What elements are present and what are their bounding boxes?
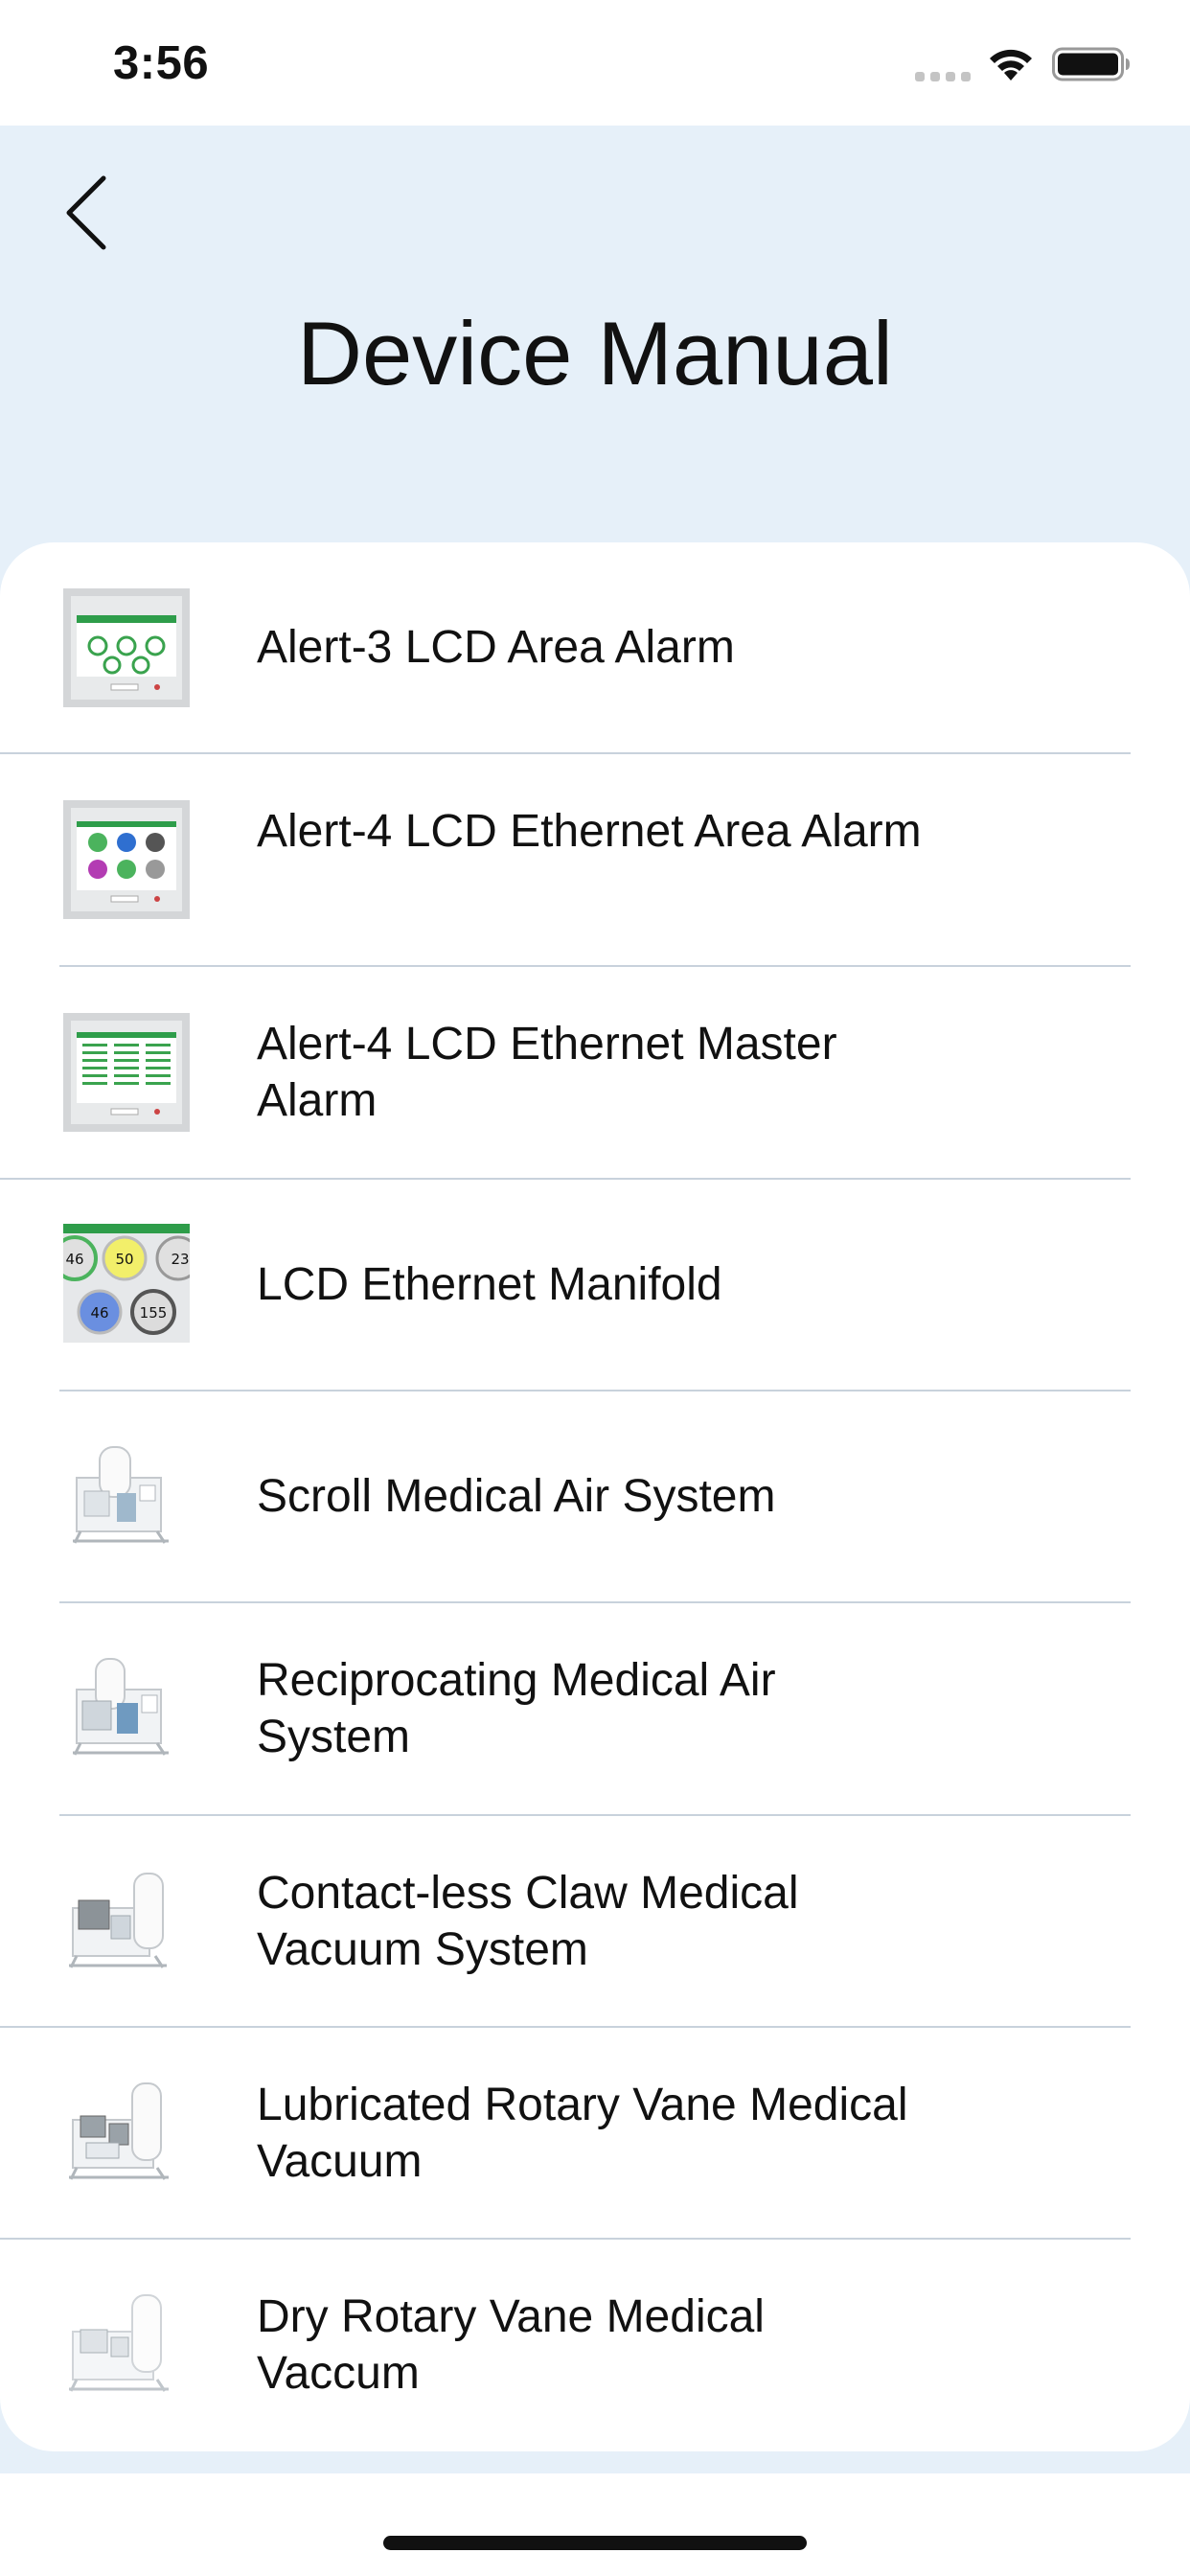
list-item-contactless-claw-vacuum[interactable]: Contact-less Claw Medical Vacuum System (0, 1816, 1190, 2028)
alarm-panel-thumbnail-icon (63, 1013, 190, 1132)
vacuum-system-thumbnail-icon (63, 2074, 190, 2193)
manifold-value: 50 (115, 1251, 133, 1268)
manifold-value: 155 (140, 1304, 168, 1322)
item-label: LCD Ethernet Manifold (257, 1259, 722, 1310)
manifold-value: 46 (90, 1304, 108, 1322)
item-label: Scroll Medical Air System (257, 1471, 776, 1522)
list-item-scroll-medical-air[interactable]: Scroll Medical Air System (0, 1392, 1190, 1603)
device-list: Alert-3 LCD Area Alarm Alert-4 LCD Ether… (0, 542, 1190, 2451)
vacuum-system-thumbnail-icon (63, 1862, 190, 1981)
wifi-icon (990, 49, 1032, 80)
item-label: Alert-4 LCD Ethernet Area Alarm (257, 806, 922, 857)
chevron-left-icon (66, 175, 106, 250)
list-item-dry-rotary-vane-vacuum[interactable]: Dry Rotary Vane Medical Vaccum (0, 2240, 1190, 2451)
vacuum-system-thumbnail-icon (63, 2286, 190, 2404)
item-label: Alert-4 LCD Ethernet Master Alarm (257, 1019, 837, 1126)
page-title: Device Manual (297, 303, 893, 403)
manifold-thumbnail-icon: 46 50 23 46 155 (63, 1224, 190, 1343)
list-item-alert4-ethernet-area-alarm[interactable]: Alert-4 LCD Ethernet Area Alarm (0, 754, 1190, 966)
list-item-lcd-ethernet-manifold[interactable]: 46 50 23 46 155 LCD Ethernet Manifold (0, 1180, 1190, 1392)
cellular-signal-icon (915, 72, 971, 81)
list-item-lubricated-rotary-vane-vacuum[interactable]: Lubricated Rotary Vane Medical Vacuum (0, 2028, 1190, 2240)
status-bar: 3:56 (0, 0, 1190, 126)
item-label: Contact-less Claw Medical Vacuum System (257, 1868, 799, 1975)
list-item-alert3-area-alarm[interactable]: Alert-3 LCD Area Alarm (0, 542, 1190, 754)
battery-icon (1052, 47, 1130, 81)
manifold-value: 23 (171, 1251, 189, 1268)
item-label: Lubricated Rotary Vane Medical Vacuum (257, 2080, 908, 2187)
air-system-thumbnail-icon (63, 1438, 190, 1556)
air-system-thumbnail-icon (63, 1649, 190, 1768)
back-button[interactable] (59, 172, 117, 253)
manifold-value: 46 (65, 1251, 83, 1268)
home-indicator[interactable] (383, 2536, 807, 2550)
alarm-panel-thumbnail-icon (63, 588, 190, 707)
item-label: Alert-3 LCD Area Alarm (257, 622, 735, 673)
alarm-panel-thumbnail-icon (63, 800, 190, 919)
item-label: Reciprocating Medical Air System (257, 1655, 776, 1762)
list-item-reciprocating-medical-air[interactable]: Reciprocating Medical Air System (0, 1603, 1190, 1815)
status-time: 3:56 (113, 37, 210, 89)
list-item-alert4-ethernet-master-alarm[interactable]: Alert-4 LCD Ethernet Master Alarm (0, 967, 1190, 1179)
item-label: Dry Rotary Vane Medical Vaccum (257, 2291, 765, 2399)
